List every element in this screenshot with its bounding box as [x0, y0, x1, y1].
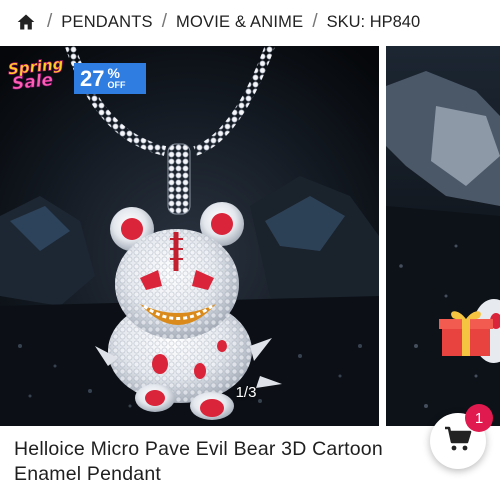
breadcrumb-link-pendants[interactable]: PENDANTS [61, 13, 152, 32]
product-image-slide-2-peek[interactable] [386, 46, 500, 426]
discount-percent: 27 % OFF [74, 63, 146, 94]
breadcrumb-separator: / [47, 11, 53, 32]
spring-sale-badge: Spring Sale 27 % OFF [6, 55, 146, 96]
spring-sale-wordmark: Spring Sale [6, 55, 76, 96]
percent-sign: % [107, 65, 120, 81]
sale-word-sale: Sale [11, 70, 55, 95]
discount-number: 27 [80, 65, 105, 91]
pendant-photo-next [386, 46, 500, 426]
product-title: Helloice Micro Pave Evil Bear 3D Cartoon… [14, 438, 383, 485]
cart-count-badge: 1 [465, 404, 493, 432]
home-icon[interactable] [16, 11, 38, 33]
breadcrumb-separator: / [312, 11, 318, 32]
product-image-slide-1[interactable]: Spring Sale 27 % OFF 1/3 [0, 46, 379, 426]
image-counter: 1/3 [235, 384, 257, 401]
breadcrumb-link-movie-anime[interactable]: MOVIE & ANIME [176, 13, 303, 32]
product-image-gallery[interactable]: Spring Sale 27 % OFF 1/3 [0, 46, 500, 426]
breadcrumb-separator: / [161, 11, 168, 32]
shopping-cart-icon [444, 426, 472, 457]
pendant-photo [0, 46, 379, 426]
breadcrumb: / PENDANTS / MOVIE & ANIME / SKU: HP840 [0, 0, 500, 44]
product-sku: SKU: HP840 [326, 12, 421, 31]
off-label: OFF [107, 80, 126, 90]
gift-box-icon[interactable] [438, 308, 494, 358]
